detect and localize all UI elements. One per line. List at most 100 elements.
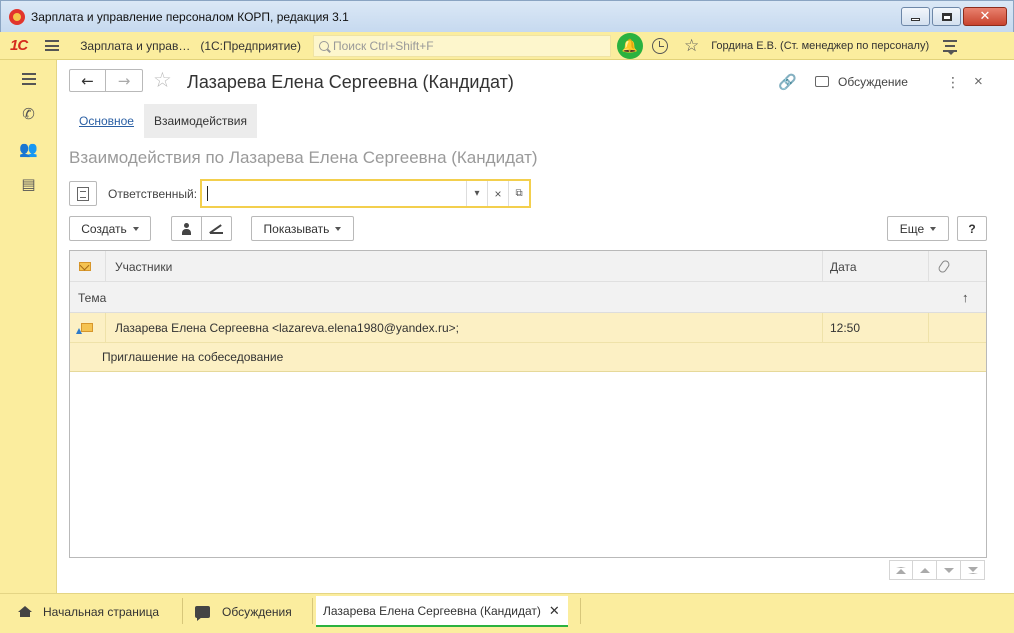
nav-buttons: ← → [69, 69, 143, 92]
subject-cell: Приглашение на собеседование [102, 350, 284, 364]
clear-button[interactable]: × [487, 181, 508, 206]
bottom-tab-home[interactable]: Начальная страница [18, 596, 159, 627]
bottom-tab-label: Обсуждения [222, 604, 292, 619]
header-type-column[interactable] [79, 251, 91, 282]
interactions-table[interactable]: Участники Дата Тема ↑ Лазарева Елена Сер… [69, 250, 987, 558]
angle-tool-button[interactable] [201, 216, 232, 241]
bottom-tab-discussions[interactable]: Обсуждения [195, 596, 292, 627]
chevron-up-icon [919, 567, 930, 573]
notifications-bell-button[interactable]: 🔔 [616, 32, 643, 59]
table-header: Участники Дата Тема ↑ [70, 251, 986, 313]
tab-interactions[interactable]: Взаимодействия [143, 104, 257, 138]
show-filter-button[interactable]: Показывать [251, 216, 354, 241]
responsible-input[interactable] [202, 181, 466, 206]
table-row-subject[interactable]: Приглашение на собеседование [70, 343, 986, 372]
settings-menu-icon[interactable] [943, 39, 958, 55]
discussion-button[interactable]: Обсуждение [838, 75, 908, 89]
create-button[interactable]: Создать [69, 216, 151, 241]
filter-row: Ответственный: ▾ × ⧉ [69, 179, 532, 208]
platform-name: (1С:Предприятие) [200, 38, 301, 53]
form-tabs: Основное Взаимодействия [69, 104, 257, 138]
form-area: ← → ☆ Лазарева Елена Сергеевна (Кандидат… [58, 60, 1008, 593]
window-controls: ✕ [901, 7, 1007, 26]
id-card-section-button[interactable]: ▤ [0, 167, 57, 201]
window-title: Зарплата и управление персоналом КОРП, р… [31, 9, 349, 24]
search-placeholder: Поиск Ctrl+Shift+F [332, 38, 434, 53]
table-row[interactable]: Лазарева Елена Сергеевна <lazareva.elena… [70, 313, 986, 343]
first-page-icon [896, 566, 906, 574]
main-menu-icon[interactable] [45, 40, 60, 51]
close-icon: ✕ [979, 9, 991, 24]
phone-icon: ✆ [22, 106, 35, 123]
chevron-down-icon [132, 226, 139, 231]
show-label: Показывать [263, 221, 330, 236]
top-toolbar: 1С Зарплата и управ… (1С:Предприятие) По… [0, 32, 1014, 60]
envelope-icon [79, 262, 91, 271]
open-button[interactable]: ⧉ [508, 181, 529, 206]
history-icon[interactable] [651, 37, 668, 54]
create-label: Создать [81, 221, 127, 236]
header-attachment[interactable] [936, 251, 952, 282]
open-windows-panel: Начальная страница Обсуждения Лазарева Е… [0, 593, 1014, 633]
sort-arrow-icon[interactable]: ↑ [962, 282, 969, 313]
app-name: Зарплата и управ… [80, 38, 191, 53]
header-participants[interactable]: Участники [115, 251, 172, 282]
dropdown-button[interactable]: ▾ [466, 181, 487, 206]
scroll-up-button[interactable] [913, 560, 937, 580]
scroll-to-top-button[interactable] [889, 560, 913, 580]
scroll-down-button[interactable] [937, 560, 961, 580]
last-page-icon [967, 566, 978, 574]
tab-main[interactable]: Основное [69, 104, 144, 138]
person-icon [182, 222, 191, 235]
bell-icon: 🔔 [621, 37, 639, 53]
bottom-tab-candidate[interactable]: Лазарева Елена Сергеевна (Кандидат) ✕ [316, 596, 568, 627]
id-card-icon: ▤ [21, 176, 36, 193]
participants-cell: Лазарева Елена Сергеевна <lazareva.elena… [115, 320, 459, 335]
arrow-right-icon: → [117, 71, 131, 90]
app-logo-icon [9, 8, 25, 25]
header-subject[interactable]: Тема [78, 282, 106, 313]
close-tab-icon[interactable]: ✕ [549, 603, 560, 619]
maximize-button[interactable] [932, 7, 961, 26]
form-title: Лазарева Елена Сергеевна (Кандидат) [187, 72, 514, 92]
scroll-to-bottom-button[interactable] [961, 560, 985, 580]
menu-icon [21, 73, 36, 85]
logo-1c: 1С [10, 37, 28, 54]
arrow-left-icon: ← [81, 71, 94, 90]
forward-button[interactable]: → [106, 69, 143, 92]
add-to-favorites-star-icon[interactable]: ☆ [153, 68, 172, 93]
bottom-tab-label: Начальная страница [43, 604, 160, 619]
responsible-field[interactable]: ▾ × ⧉ [200, 179, 532, 208]
close-window-button[interactable]: ✕ [963, 7, 1007, 26]
window-title-bar: Зарплата и управление персоналом КОРП, р… [0, 0, 1014, 32]
search-icon [318, 40, 329, 51]
phone-section-button[interactable]: ✆ [0, 97, 57, 131]
current-user[interactable]: Гордина Е.В. (Ст. менеджер по персоналу) [711, 40, 929, 52]
more-actions-icon[interactable]: ⋮ [946, 74, 960, 91]
help-button[interactable]: ? [957, 216, 987, 241]
home-icon [18, 606, 32, 617]
assign-responsible-button[interactable] [171, 216, 202, 241]
global-search-input[interactable]: Поиск Ctrl+Shift+F [312, 34, 611, 57]
view-settings-button[interactable] [69, 181, 97, 206]
chat-icon [195, 605, 210, 621]
more-label: Еще [899, 221, 925, 236]
sections-menu-button[interactable] [0, 62, 57, 96]
sections-panel: ✆ 👥 ▤ [0, 60, 57, 593]
clear-icon: × [494, 186, 502, 201]
command-bar: Создать Показывать Еще ? [69, 216, 987, 241]
maximize-icon [941, 12, 952, 21]
close-form-icon[interactable]: × [974, 73, 983, 90]
list-scroll-controls [889, 560, 985, 580]
back-button[interactable]: ← [69, 69, 106, 92]
minimize-button[interactable] [901, 7, 930, 26]
chevron-down-icon [943, 567, 954, 573]
incoming-email-icon [76, 323, 93, 334]
discussion-icon[interactable] [815, 76, 829, 87]
favorites-star-icon[interactable]: ☆ [684, 37, 699, 54]
chevron-down-icon: ▾ [474, 188, 480, 199]
staff-section-button[interactable]: 👥 [0, 132, 57, 166]
more-button[interactable]: Еще [887, 216, 949, 241]
header-date[interactable]: Дата [830, 251, 857, 282]
link-icon[interactable]: 🔗 [778, 73, 797, 91]
